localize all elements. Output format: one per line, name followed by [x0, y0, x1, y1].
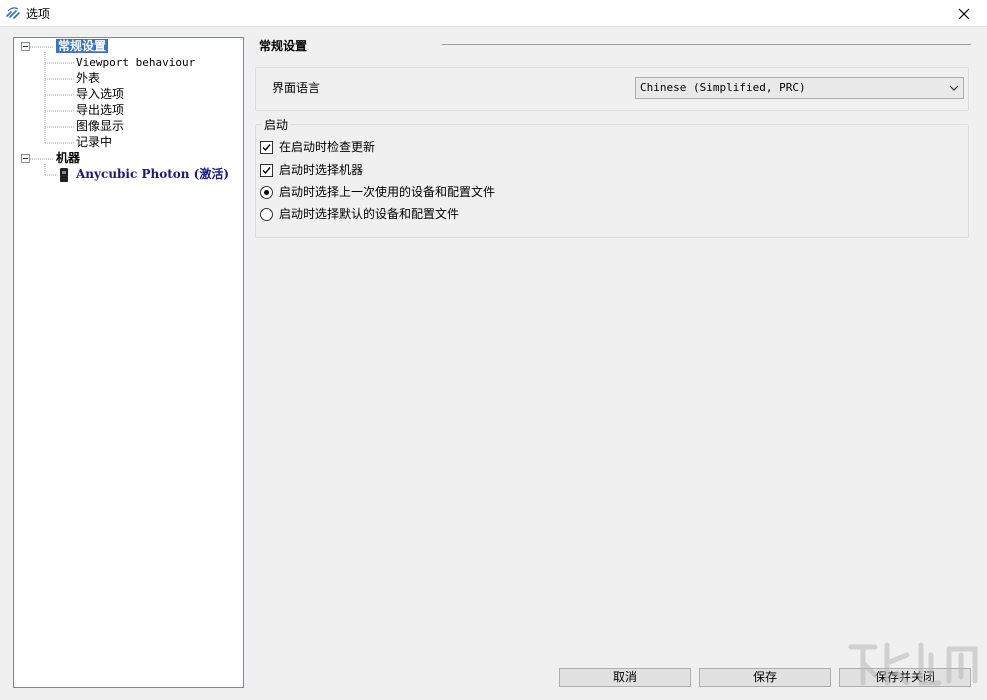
- cancel-button[interactable]: 取消: [559, 668, 691, 687]
- checkbox-box[interactable]: [260, 164, 273, 177]
- startup-group-legend: 启动: [262, 116, 291, 133]
- checkbox-label: 在启动时检查更新: [279, 140, 376, 154]
- watermark-logo: [848, 642, 978, 686]
- tree-item-import-options[interactable]: 导入选项: [76, 87, 124, 102]
- tree-item-label: Viewport behaviour: [76, 56, 196, 69]
- language-select[interactable]: Chinese (Simplified, PRC): [635, 77, 964, 99]
- chevron-down-icon: [949, 85, 959, 91]
- language-selected-value: Chinese (Simplified, PRC): [640, 81, 806, 94]
- tree-item-label: 导出选项: [76, 103, 125, 117]
- section-title: 常规设置: [259, 39, 308, 53]
- tree-item-machine-label: Anycubic Photon (激活): [76, 167, 230, 181]
- window-title: 选项: [26, 7, 51, 21]
- checkmark-icon: [262, 167, 271, 175]
- tree-item-appearance[interactable]: 外表: [76, 71, 100, 86]
- close-button[interactable]: [941, 0, 987, 27]
- tree-item-label: 图像显示: [76, 119, 125, 133]
- save-button[interactable]: 保存: [699, 668, 831, 687]
- app-logo-icon: [6, 7, 20, 19]
- tree-item-label: 导入选项: [76, 87, 125, 101]
- tree-item-viewport-behaviour[interactable]: Viewport behaviour: [76, 55, 195, 70]
- tree-item-general-label: 常规设置: [56, 39, 109, 53]
- section-divider: [442, 44, 971, 45]
- radio-label: 启动时选择默认的设备和配置文件: [279, 207, 460, 221]
- collapse-machines-toggle[interactable]: [21, 154, 30, 163]
- tree-item-export-options[interactable]: 导出选项: [76, 103, 124, 118]
- radio-selected-dot: [264, 190, 269, 195]
- tree-item-label: 记录中: [76, 135, 113, 149]
- tree-item-machines[interactable]: 机器: [56, 151, 80, 166]
- close-icon: [958, 8, 970, 19]
- checkmark-icon: [262, 144, 271, 152]
- language-label: 界面语言: [272, 81, 321, 95]
- title-bar: 选项: [0, 0, 987, 27]
- tree-item-machines-label: 机器: [56, 151, 81, 165]
- checkbox-label: 启动时选择机器: [279, 163, 364, 177]
- radio-button[interactable]: [260, 208, 273, 221]
- radio-button[interactable]: [260, 186, 273, 199]
- collapse-general-toggle[interactable]: [21, 42, 30, 51]
- printer-icon: [60, 168, 68, 182]
- tree-item-anycubic-photon[interactable]: Anycubic Photon (激活): [76, 167, 229, 182]
- language-group: 界面语言 Chinese (Simplified, PRC): [255, 67, 969, 111]
- tree-item-general[interactable]: 常规设置: [56, 39, 109, 54]
- tree-item-image-display[interactable]: 图像显示: [76, 119, 124, 134]
- tree-item-label: 外表: [76, 71, 101, 85]
- settings-tree[interactable]: 常规设置 Viewport behaviour 外表 导入选项 导出选项 图像显…: [13, 37, 244, 688]
- checkbox-box[interactable]: [260, 141, 273, 154]
- tree-item-logging[interactable]: 记录中: [76, 135, 112, 150]
- radio-label: 启动时选择上一次使用的设备和配置文件: [279, 185, 496, 199]
- options-dialog-body: 常规设置 Viewport behaviour 外表 导入选项 导出选项 图像显…: [0, 27, 987, 700]
